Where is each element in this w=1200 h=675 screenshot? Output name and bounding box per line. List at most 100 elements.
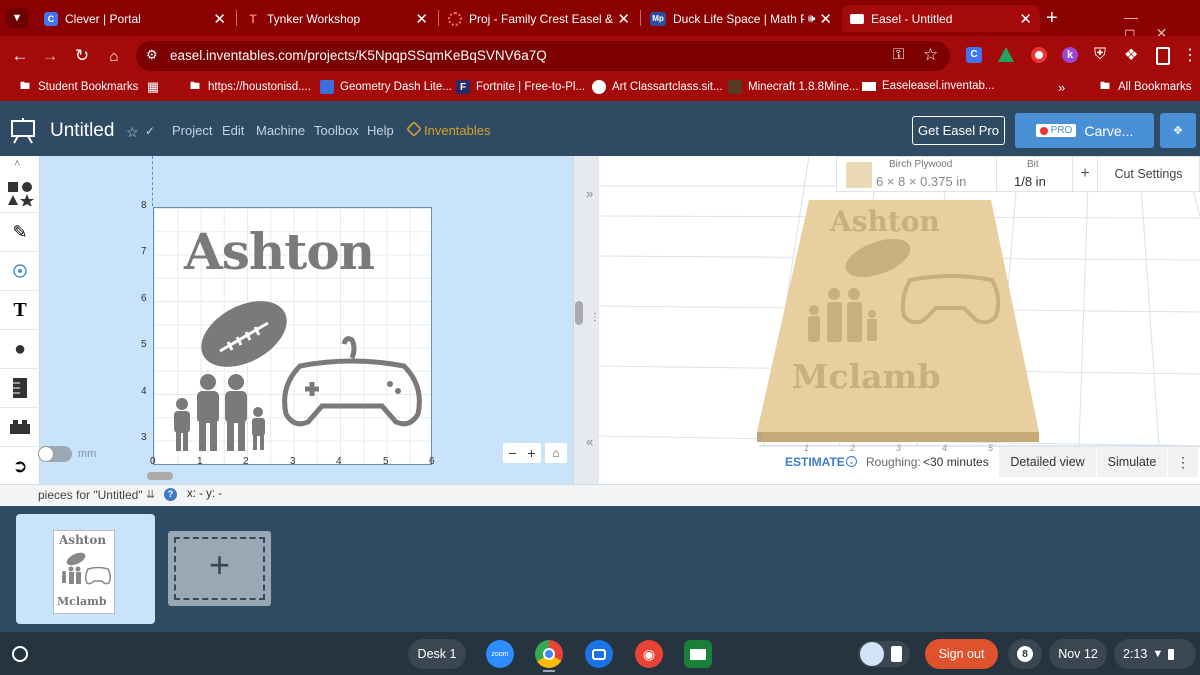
home-view-button[interactable]: ⌂ bbox=[545, 443, 567, 463]
side-panel-icon[interactable] bbox=[1156, 47, 1170, 65]
menu-kebab-icon[interactable]: ⋮ bbox=[1182, 45, 1198, 65]
cut-settings-button[interactable]: Cut Settings bbox=[1098, 157, 1199, 191]
bookmark-easel[interactable]: Easeleasel.inventab... bbox=[862, 80, 995, 92]
all-bookmarks[interactable]: 🖿 All Bookmarks bbox=[1098, 80, 1192, 94]
design-text-ashton[interactable]: Ashton bbox=[184, 222, 375, 281]
tote-area[interactable] bbox=[858, 641, 910, 667]
project-title[interactable]: Untitled bbox=[50, 120, 114, 142]
shapes-tool[interactable] bbox=[0, 174, 40, 213]
date-display[interactable]: Nov 12 bbox=[1049, 639, 1107, 669]
extension-icon[interactable] bbox=[1031, 47, 1047, 63]
estimate-info-icon[interactable]: ⌄ bbox=[846, 456, 857, 467]
site-info-icon[interactable]: ⚙ bbox=[146, 47, 158, 63]
tab-duck-life[interactable]: Mp Duck Life Space | Math Pl 🕪 ✕ bbox=[642, 5, 840, 32]
tab-easel-active[interactable]: Easel - Untitled ✕ bbox=[842, 5, 1040, 32]
import-tool[interactable]: ➲ bbox=[0, 447, 40, 486]
zoom-out-button[interactable]: − bbox=[508, 445, 516, 461]
bookmark-houstonisd[interactable]: 🖿 https://houstonisd.... bbox=[188, 80, 311, 94]
close-icon[interactable]: ✕ bbox=[213, 10, 226, 28]
inventables-link[interactable]: Inventables bbox=[424, 123, 491, 138]
zoom-app-icon[interactable]: zoom bbox=[486, 640, 514, 668]
bookmark-apps[interactable]: ▦ bbox=[146, 79, 166, 94]
bookmarks-overflow[interactable]: » bbox=[1058, 80, 1065, 95]
status-tray[interactable]: 2:13 ▼ bbox=[1114, 639, 1196, 669]
pen-tool[interactable]: ✎ bbox=[0, 213, 40, 252]
preview-axis-tick: 4 bbox=[942, 443, 948, 453]
menu-project[interactable]: Project bbox=[172, 123, 212, 138]
easel-logo-icon[interactable] bbox=[10, 118, 36, 144]
bookmark-fortnite[interactable]: F Fortnite | Free-to-Pl... bbox=[456, 80, 585, 94]
machine-connect-icon[interactable]: ✥ bbox=[1160, 113, 1196, 148]
star-icon[interactable]: ☆ bbox=[126, 124, 139, 141]
camera-app-icon[interactable] bbox=[585, 640, 613, 668]
game-controller-icon[interactable] bbox=[282, 336, 422, 427]
ruler-tool[interactable] bbox=[0, 369, 40, 408]
menu-machine[interactable]: Machine bbox=[256, 123, 305, 138]
material-selector[interactable]: Birch Plywood 6 × 8 × 0.375 in bbox=[837, 157, 997, 191]
apps-tool[interactable] bbox=[0, 408, 40, 447]
tab-tynker[interactable]: T Tynker Workshop ✕ bbox=[238, 5, 436, 32]
menu-edit[interactable]: Edit bbox=[222, 123, 244, 138]
desk-button[interactable]: Desk 1 bbox=[408, 639, 466, 669]
launcher-icon[interactable] bbox=[12, 646, 28, 662]
speaker-icon[interactable]: 🕪 bbox=[808, 11, 816, 26]
clever-extension-icon[interactable]: C bbox=[966, 47, 982, 63]
bookmark-student[interactable]: 🖿 Student Bookmarks bbox=[18, 80, 138, 94]
back-icon[interactable]: ← bbox=[8, 44, 32, 68]
get-easel-pro-button[interactable]: Get Easel Pro bbox=[912, 116, 1005, 145]
collapse-left-icon[interactable]: « bbox=[586, 434, 593, 449]
add-workpiece-button[interactable]: + bbox=[168, 531, 271, 606]
chrome-app-icon[interactable] bbox=[535, 640, 563, 668]
puzzle-icon[interactable]: ❖ bbox=[1124, 45, 1138, 65]
menu-help[interactable]: Help bbox=[367, 123, 394, 138]
text-tool[interactable]: T bbox=[0, 291, 40, 330]
star-icon[interactable]: ☆ bbox=[923, 45, 938, 65]
sign-out-button[interactable]: Sign out bbox=[925, 639, 998, 669]
carve-button[interactable]: PRO Carve... bbox=[1015, 113, 1154, 148]
canvas-app-icon[interactable]: ◉ bbox=[635, 640, 663, 668]
simulate-button[interactable]: Simulate bbox=[1097, 447, 1167, 477]
close-icon[interactable]: ✕ bbox=[1019, 10, 1032, 28]
more-options-icon[interactable]: ⋮ bbox=[1168, 447, 1198, 477]
chevron-double-down-icon[interactable]: ⇊ bbox=[146, 488, 155, 501]
point-tool[interactable] bbox=[0, 252, 40, 291]
units-toggle[interactable] bbox=[38, 446, 72, 462]
close-icon[interactable]: ✕ bbox=[415, 10, 428, 28]
add-bit-button[interactable]: + bbox=[1073, 157, 1098, 191]
collapse-right-icon[interactable]: » bbox=[586, 186, 593, 201]
vertical-scrollbar[interactable] bbox=[575, 301, 583, 325]
tab-clever[interactable]: C Clever | Portal ✕ bbox=[36, 5, 234, 32]
help-icon[interactable]: ? bbox=[164, 488, 177, 501]
workpiece-thumb-active[interactable]: Ashton Mclamb bbox=[16, 514, 155, 624]
home-icon[interactable]: ⌂ bbox=[102, 44, 126, 68]
bookmark-geometry-dash[interactable]: Geometry Dash Lite... bbox=[320, 80, 452, 94]
close-icon[interactable]: ✕ bbox=[617, 10, 630, 28]
bit-selector[interactable]: Bit 1/8 in bbox=[997, 157, 1073, 191]
new-tab-button[interactable]: + bbox=[1046, 7, 1058, 30]
football-icon[interactable] bbox=[190, 296, 298, 380]
tab-search-button[interactable]: ▼ bbox=[6, 8, 28, 28]
bookmark-minecraft[interactable]: Minecraft 1.8.8Mine... bbox=[728, 80, 859, 94]
icon-library-tool[interactable]: ● bbox=[0, 330, 40, 369]
forward-icon[interactable]: → bbox=[38, 44, 62, 68]
horizontal-scrollbar[interactable] bbox=[147, 472, 173, 480]
reload-icon[interactable]: ↻ bbox=[70, 44, 94, 68]
key-icon[interactable]: ⚿ bbox=[893, 46, 904, 63]
shield-icon[interactable]: ⛨ bbox=[1094, 46, 1106, 64]
drive-extension-icon[interactable] bbox=[998, 47, 1014, 62]
design-graphics[interactable] bbox=[170, 296, 430, 456]
kami-extension-icon[interactable]: k bbox=[1062, 47, 1078, 63]
estimate-label[interactable]: ESTIMATE bbox=[785, 455, 845, 469]
import-icon: ➲ bbox=[12, 455, 28, 476]
notifications-button[interactable]: 8 bbox=[1008, 639, 1042, 669]
collapse-up-icon[interactable]: ˄ bbox=[14, 158, 20, 170]
bookmark-art-class[interactable]: Art Classartclass.sit... bbox=[592, 80, 723, 94]
url-text[interactable]: easel.inventables.com/projects/K5NpqpSSq… bbox=[170, 48, 547, 63]
detailed-view-button[interactable]: Detailed view bbox=[999, 447, 1096, 477]
close-icon[interactable]: ✕ bbox=[819, 10, 832, 28]
menu-toolbox[interactable]: Toolbox bbox=[314, 123, 359, 138]
family-icon[interactable] bbox=[174, 374, 265, 451]
classroom-app-icon[interactable] bbox=[684, 640, 712, 668]
zoom-in-button[interactable]: + bbox=[527, 445, 535, 461]
tab-family-crest[interactable]: Proj - Family Crest Easel & X-C ✕ bbox=[440, 5, 638, 32]
